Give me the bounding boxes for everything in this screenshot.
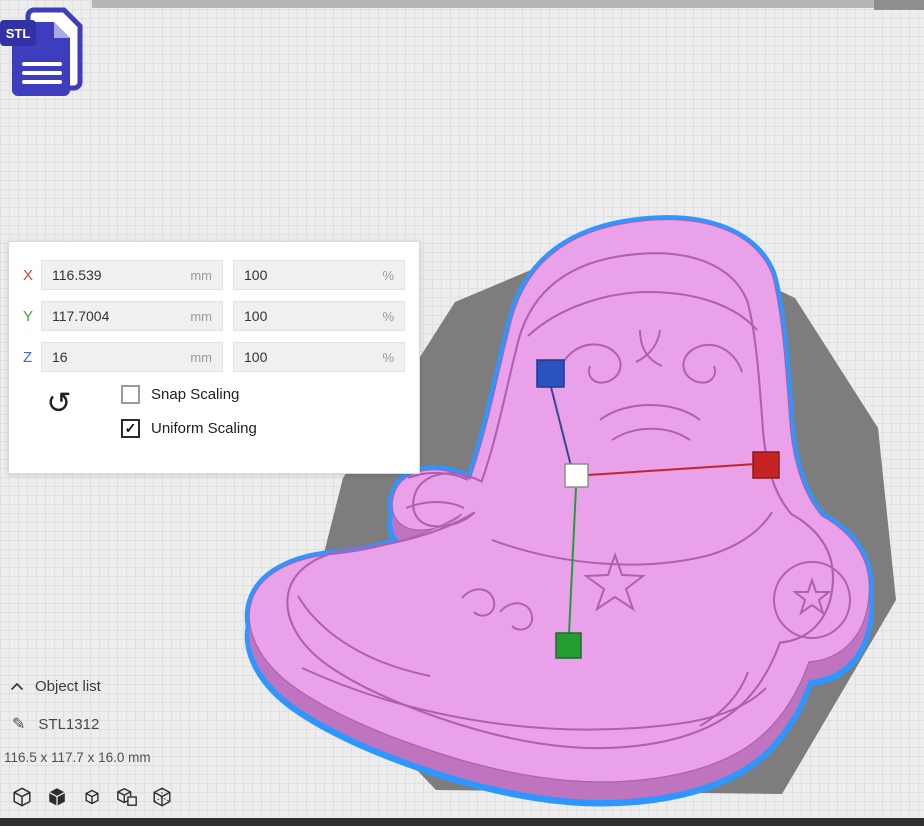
z-mm-input[interactable]	[52, 349, 190, 365]
cube-solid-icon[interactable]	[43, 782, 71, 812]
scale-row-x: X mm %	[23, 259, 405, 291]
cube-copy-icon[interactable]	[113, 782, 141, 812]
axis-x-label: X	[23, 267, 41, 284]
x-percent-unit: %	[382, 268, 394, 283]
object-list-toggle[interactable]: Object list	[10, 678, 101, 695]
scale-handle-center[interactable]	[565, 464, 588, 487]
object-list-item[interactable]: ✎ STL1312	[12, 714, 99, 734]
scale-row-z: Z mm %	[23, 341, 405, 373]
y-percent-input[interactable]	[244, 308, 382, 324]
stl-file-icon: STL	[0, 4, 92, 105]
cube-wireframe-icon[interactable]	[148, 782, 176, 812]
x-percent-input[interactable]	[244, 267, 382, 283]
z-mm-field[interactable]: mm	[41, 342, 223, 372]
y-mm-field[interactable]: mm	[41, 301, 223, 331]
uniform-scaling-row[interactable]: ✓ Uniform Scaling	[121, 419, 257, 438]
snap-scaling-row[interactable]: Snap Scaling	[121, 385, 257, 404]
reset-scale-button[interactable]: ↺	[23, 389, 95, 419]
scale-handle-z[interactable]	[537, 360, 564, 387]
scale-panel: X mm % Y mm % Z mm % ↺	[8, 241, 420, 474]
rename-pencil-icon[interactable]: ✎	[12, 714, 25, 734]
x-mm-input[interactable]	[52, 267, 190, 283]
uniform-scaling-label: Uniform Scaling	[151, 420, 257, 437]
object-toolbar	[8, 782, 176, 812]
cube-small-icon[interactable]	[78, 782, 106, 812]
x-mm-field[interactable]: mm	[41, 260, 223, 290]
object-name: STL1312	[38, 716, 99, 733]
top-corner-bar	[874, 0, 924, 10]
scale-row-y: Y mm %	[23, 300, 405, 332]
y-mm-input[interactable]	[52, 308, 190, 324]
model-dimensions: 116.5 x 117.7 x 16.0 mm	[4, 750, 151, 765]
axis-y-label: Y	[23, 308, 41, 325]
z-mm-unit: mm	[190, 350, 212, 365]
bottom-edge-bar	[0, 818, 924, 826]
top-edge-bar	[92, 0, 874, 8]
x-percent-field[interactable]: %	[233, 260, 405, 290]
chevron-up-icon	[10, 682, 24, 691]
y-mm-unit: mm	[190, 309, 212, 324]
z-percent-field[interactable]: %	[233, 342, 405, 372]
snap-scaling-checkbox[interactable]	[121, 385, 140, 404]
cube-outline-icon[interactable]	[8, 782, 36, 812]
y-percent-field[interactable]: %	[233, 301, 405, 331]
object-list-label: Object list	[35, 678, 101, 695]
scale-handle-x[interactable]	[753, 452, 779, 478]
axis-z-label: Z	[23, 349, 41, 366]
snap-scaling-label: Snap Scaling	[151, 386, 239, 403]
z-percent-unit: %	[382, 350, 394, 365]
x-mm-unit: mm	[190, 268, 212, 283]
stl-badge-label: STL	[6, 26, 31, 41]
uniform-scaling-checkbox[interactable]: ✓	[121, 419, 140, 438]
scale-handle-y[interactable]	[556, 633, 581, 658]
y-percent-unit: %	[382, 309, 394, 324]
z-percent-input[interactable]	[244, 349, 382, 365]
